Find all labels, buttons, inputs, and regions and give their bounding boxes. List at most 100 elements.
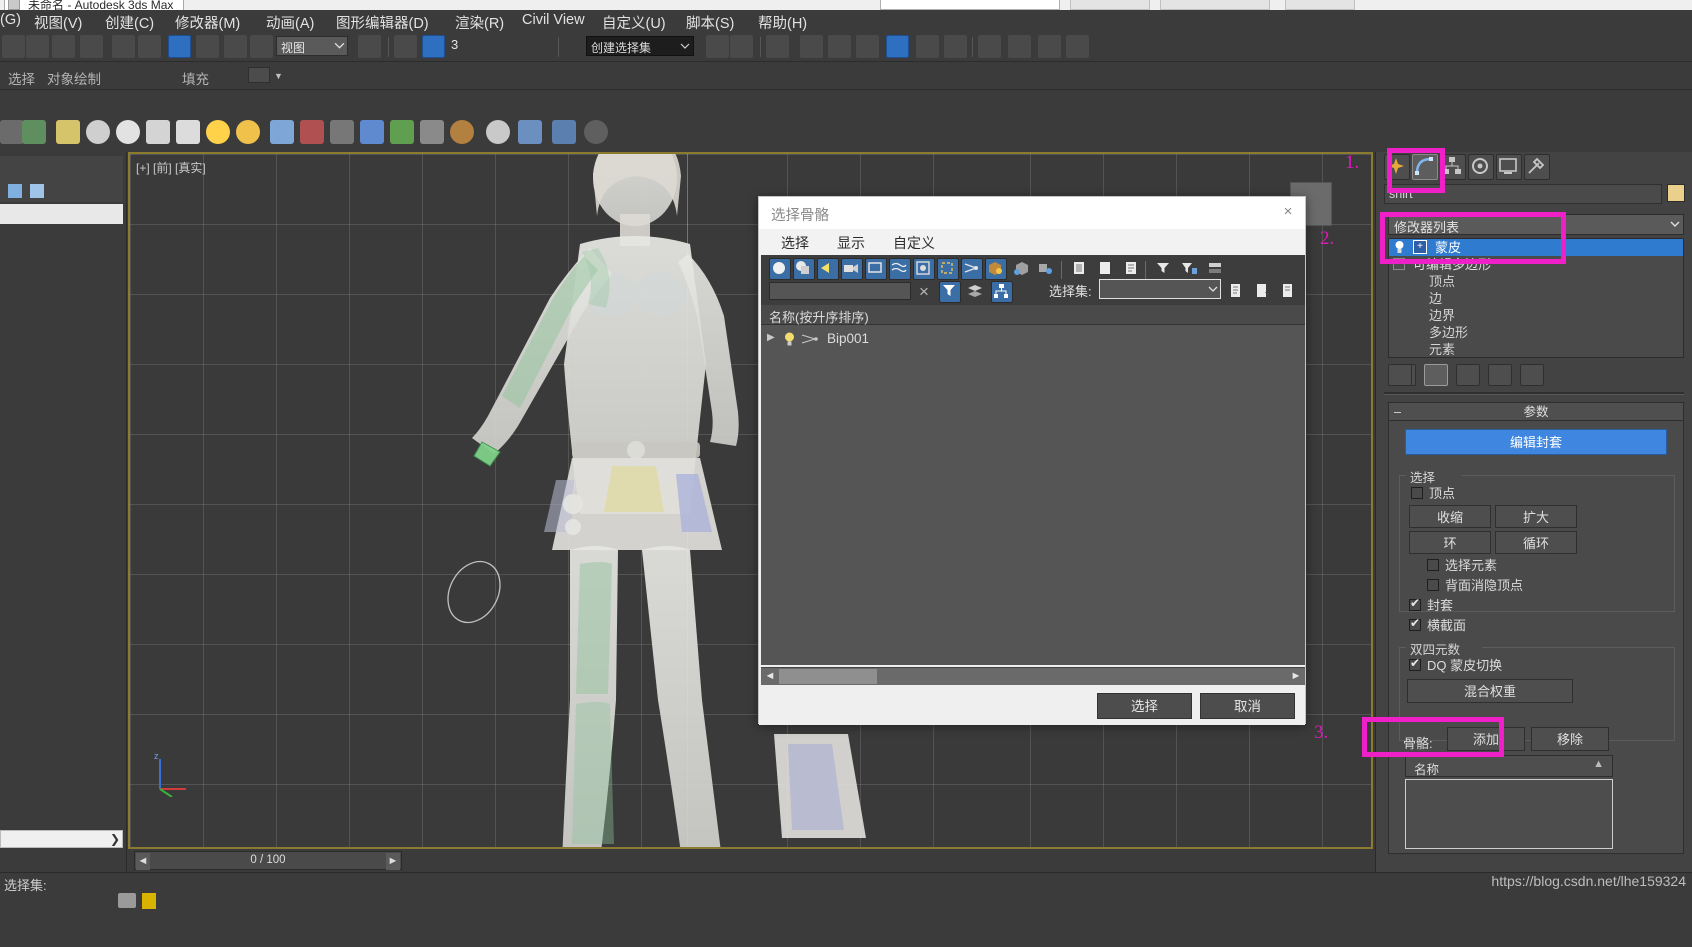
select-influences-icon[interactable] — [1035, 258, 1057, 280]
dialog-menu-display[interactable]: 显示 — [837, 233, 865, 253]
object-color-swatch[interactable] — [1667, 184, 1685, 202]
material-editor-icon[interactable] — [886, 35, 909, 58]
unlink-selection-icon[interactable] — [422, 35, 445, 58]
shapes-filter-icon[interactable] — [793, 258, 815, 280]
tree-column-header[interactable]: 名称(按升序排序) — [761, 305, 1305, 325]
omni-light-icon[interactable] — [206, 120, 230, 144]
left-panel-status-field[interactable] — [0, 830, 123, 848]
bone-tree-list[interactable]: ▶ Bip001 — [761, 325, 1305, 665]
foliage-icon[interactable] — [390, 120, 414, 144]
chevron-down-icon[interactable]: ▼ — [274, 71, 283, 81]
scrollbar-thumb[interactable] — [779, 669, 877, 684]
time-slider[interactable]: ◄ 0 / 100 ► — [134, 851, 402, 870]
dialog-menu-customize[interactable]: 自定义 — [893, 233, 935, 253]
show-end-result-icon[interactable] — [1424, 364, 1448, 386]
layers-icon[interactable] — [965, 281, 987, 303]
select-and-link-icon[interactable] — [394, 35, 417, 58]
find-input[interactable] — [769, 282, 911, 300]
bone-icon[interactable] — [330, 120, 354, 144]
window-crossing-icon[interactable] — [138, 35, 161, 58]
snap-tool-icon[interactable] — [30, 184, 44, 198]
menu-item-create[interactable]: 创建(C) — [105, 12, 154, 33]
create-selection-set-icon[interactable] — [1227, 281, 1249, 303]
spacewarp-icon[interactable] — [360, 120, 384, 144]
geosphere-icon[interactable] — [116, 120, 140, 144]
scroll-right-arrow-icon[interactable]: ► — [1288, 669, 1304, 684]
lights-filter-icon[interactable] — [817, 258, 839, 280]
menu-item-modifiers[interactable]: 修改器(M) — [175, 12, 240, 33]
menu-item-edit[interactable]: (G) — [0, 12, 21, 28]
menu-item-view[interactable]: 视图(V) — [34, 12, 82, 33]
select-object-icon[interactable] — [52, 35, 75, 58]
groups-filter-icon[interactable] — [913, 258, 935, 280]
light-bulb-icon[interactable] — [1393, 240, 1406, 254]
select-and-place-icon[interactable] — [250, 35, 273, 58]
bone-list[interactable] — [1405, 779, 1613, 849]
open-render-frame-icon[interactable] — [1066, 35, 1089, 58]
rectangular-selection-icon[interactable] — [112, 35, 135, 58]
cloth-icon[interactable] — [450, 120, 474, 144]
edit-named-selection-sets-icon[interactable] — [562, 35, 585, 58]
render-setup-icon[interactable] — [916, 35, 939, 58]
sub-object-vertex[interactable]: 顶点 — [1389, 273, 1683, 290]
remove-modifier-icon[interactable] — [1388, 364, 1412, 386]
schematic-view-icon[interactable] — [856, 35, 879, 58]
arc-icon[interactable] — [0, 120, 24, 144]
snaps-toggle-icon[interactable] — [460, 35, 483, 58]
filter-tree-icon[interactable] — [1179, 258, 1201, 280]
dialog-menu-select[interactable]: 选择 — [781, 233, 809, 253]
use-pivot-point-center-icon[interactable] — [358, 35, 381, 58]
select-from-set-icon[interactable] — [1253, 281, 1275, 303]
add-bone-button[interactable]: 添加 — [1447, 727, 1525, 751]
ribbon-tab-object-paint[interactable]: 对象绘制 — [47, 68, 101, 88]
horizontal-scrollbar[interactable]: ◄ ► — [761, 667, 1305, 685]
mirror-icon[interactable] — [706, 35, 729, 58]
move-tool-icon[interactable] — [8, 184, 22, 198]
menu-item-help[interactable]: 帮助(H) — [758, 12, 807, 33]
shrink-button[interactable]: 收缩 — [1409, 505, 1491, 528]
vertices-checkbox[interactable] — [1411, 487, 1423, 499]
add-to-set-icon[interactable] — [1279, 281, 1301, 303]
modifier-stack-item-skin[interactable]: + 蒙皮 — [1389, 239, 1683, 256]
configure-modifier-sets-icon[interactable] — [1520, 364, 1544, 386]
envelope-checkbox[interactable] — [1409, 599, 1421, 611]
point-helper-icon[interactable] — [300, 120, 324, 144]
collapse-icon[interactable]: – — [1394, 403, 1401, 421]
activeshade-icon[interactable] — [1038, 35, 1061, 58]
menu-item-graph-editors[interactable]: 图形编辑器(D) — [336, 12, 429, 33]
grow-button[interactable]: 扩大 — [1495, 505, 1577, 528]
menu-item-scripting[interactable]: 脚本(S) — [686, 12, 734, 33]
filter-funnel-icon[interactable] — [1153, 258, 1175, 280]
status-icon[interactable] — [118, 893, 136, 908]
create-tab[interactable] — [1384, 154, 1410, 180]
dialog-select-button[interactable]: 选择 — [1097, 693, 1192, 719]
containers-filter-icon[interactable] — [985, 258, 1007, 280]
layers-icon[interactable] — [552, 120, 576, 144]
ribbon-dropdown-icon[interactable] — [248, 67, 270, 83]
utilities-tab[interactable] — [1524, 154, 1550, 180]
scene-explorer-icon[interactable] — [800, 35, 823, 58]
select-and-move-icon[interactable] — [168, 35, 191, 58]
window-controls[interactable] — [1285, 0, 1355, 10]
ring-button[interactable]: 环 — [1409, 531, 1491, 554]
ribbon-tab-fill[interactable]: 填充 — [182, 68, 209, 88]
select-element-checkbox[interactable] — [1427, 559, 1439, 571]
select-and-scale-icon[interactable] — [224, 35, 247, 58]
left-panel-field[interactable] — [0, 204, 123, 224]
select-by-name-icon[interactable] — [80, 35, 103, 58]
sort-ascending-icon[interactable]: ▲ — [1593, 758, 1604, 770]
infocenter-group-1[interactable] — [1070, 0, 1150, 10]
redo-icon[interactable] — [26, 35, 49, 58]
target-light-icon[interactable] — [236, 120, 260, 144]
sub-object-element[interactable]: 元素 — [1389, 341, 1683, 358]
render-iterative-icon[interactable] — [1008, 35, 1031, 58]
helpers-filter-icon[interactable] — [865, 258, 887, 280]
menu-item-rendering[interactable]: 渲染(R) — [455, 12, 504, 33]
select-and-rotate-icon[interactable] — [196, 35, 219, 58]
viewport-label[interactable]: [+] [前] [真实] — [136, 159, 206, 176]
expand-plus-icon[interactable]: + — [1413, 240, 1427, 254]
angle-snap-icon[interactable] — [484, 35, 507, 58]
motion-tab[interactable] — [1468, 154, 1494, 180]
bones-filter-icon[interactable] — [961, 258, 983, 280]
sub-object-polygon[interactable]: 多边形 — [1389, 324, 1683, 341]
